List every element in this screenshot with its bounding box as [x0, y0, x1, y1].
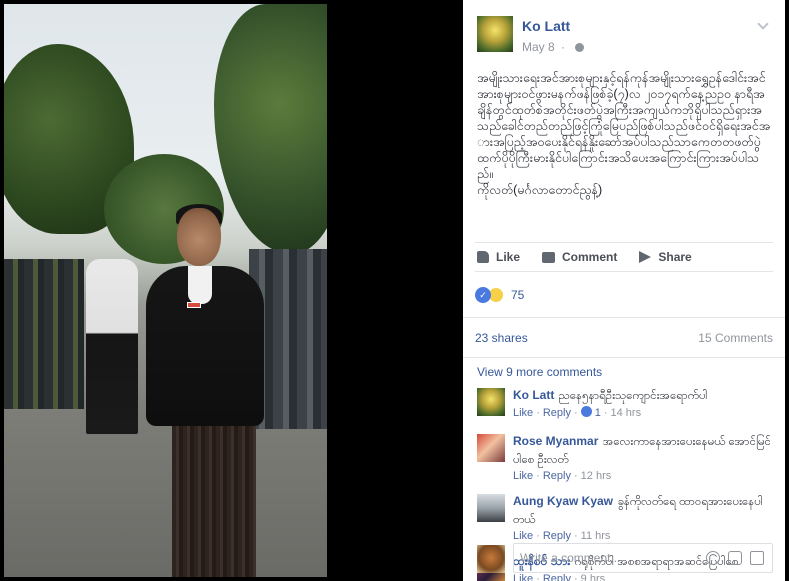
comment-meta: Like · Reply · 11 hrs	[513, 530, 771, 542]
current-user-avatar	[477, 545, 505, 573]
camera-icon[interactable]	[728, 551, 742, 565]
share-button[interactable]: Share	[639, 250, 692, 264]
like-reaction-icon	[580, 406, 592, 417]
separator-dot: ·	[573, 407, 578, 419]
separator-dot: ·	[573, 470, 578, 482]
comment-item: Ko Latt ညနေ၅နာရီဦးသုကျောင်းအရောက်ပါ Like…	[463, 382, 785, 422]
separator-dot: ·	[561, 40, 566, 54]
comment-author[interactable]: Aung Kyaw Kyaw	[513, 494, 613, 508]
post-meta: May 8 ·	[522, 40, 585, 54]
separator-dot: ·	[536, 573, 540, 581]
post-actions: Like Comment Share	[475, 242, 773, 272]
reactions-bar[interactable]: ✓ 75	[463, 272, 785, 318]
like-reaction-icon: ✓	[475, 286, 491, 303]
globe-icon	[575, 43, 585, 52]
scrollbar[interactable]	[785, 0, 789, 581]
commenter-avatar[interactable]	[477, 434, 505, 462]
post-date[interactable]: May 8	[522, 40, 555, 54]
post-text: အမျိုးသားရေးအင်အားစုများနှင့်ရန်ကုန်အမျိ…	[477, 71, 771, 197]
separator-dot: ·	[603, 407, 608, 419]
separator-dot: ·	[536, 530, 540, 542]
comment-item: Aung Kyaw Kyaw ခွန်ကိုလတ်ရေ ထာဝရအားပေးနေ…	[463, 488, 785, 542]
comment-meta: Like · Reply · 9 hrs	[513, 573, 771, 581]
comment-like-count[interactable]: 1	[595, 407, 601, 419]
comment-like-link[interactable]: Like	[513, 407, 533, 419]
shares-count[interactable]: 23 shares	[475, 331, 528, 345]
comment-meta: Like · Reply · 1 · 14 hrs	[513, 406, 771, 419]
like-label: Like	[496, 250, 521, 264]
comment-time[interactable]: 11 hrs	[581, 530, 611, 542]
author-name[interactable]: Ko Latt	[522, 18, 570, 34]
commenter-avatar[interactable]	[477, 388, 505, 416]
comment-like-link[interactable]: Like	[513, 470, 533, 482]
comment-reply-link[interactable]: Reply	[543, 470, 571, 482]
comment-input[interactable]: Write a comment...	[513, 543, 773, 573]
write-comment-row: Write a comment...	[477, 543, 777, 573]
comment-reply-link[interactable]: Reply	[543, 407, 571, 419]
commenter-avatar[interactable]	[477, 494, 505, 522]
comment-input-placeholder: Write a comment...	[520, 551, 621, 565]
comment-meta: Like · Reply · 12 hrs	[513, 470, 771, 482]
photo-person-collar	[188, 266, 212, 304]
photo-person-head	[177, 208, 221, 266]
comment-time[interactable]: 12 hrs	[581, 470, 612, 482]
comment-item: Rose Myanmar အလေးကာနေအားပေးနေမယ် အောင်မြ…	[463, 428, 785, 482]
separator-dot: ·	[573, 573, 578, 581]
photo-tree	[214, 4, 327, 254]
comment-label: Comment	[562, 250, 618, 264]
post-stats: 23 shares 15 Comments	[463, 318, 785, 358]
comment-reply-link[interactable]: Reply	[543, 573, 571, 581]
comment-time[interactable]: 9 hrs	[581, 573, 605, 581]
separator-dot: ·	[573, 530, 578, 542]
post-photo[interactable]	[4, 4, 327, 577]
comment-reply-link[interactable]: Reply	[543, 530, 571, 542]
photo-background-person	[86, 259, 138, 434]
thumbs-up-icon	[477, 251, 489, 263]
separator-dot: ·	[536, 470, 540, 482]
viewer-backdrop	[327, 0, 463, 581]
emoji-icon[interactable]	[706, 551, 720, 565]
comment-author[interactable]: Rose Myanmar	[513, 434, 598, 448]
view-more-comments-link[interactable]: View 9 more comments	[463, 358, 785, 382]
comment-like-link[interactable]: Like	[513, 530, 533, 542]
photo-person-longyi	[172, 404, 256, 577]
chevron-down-icon[interactable]	[757, 18, 769, 30]
photo-crowd	[4, 259, 84, 409]
share-label: Share	[658, 250, 692, 264]
reaction-count[interactable]: 75	[511, 288, 524, 302]
comments-count[interactable]: 15 Comments	[698, 331, 773, 345]
comment-button[interactable]: Comment	[542, 250, 617, 264]
like-button[interactable]: Like	[477, 250, 520, 264]
separator-dot: ·	[536, 407, 540, 419]
comment-time[interactable]: 14 hrs	[611, 407, 642, 419]
comment-like-link[interactable]: Like	[513, 573, 533, 581]
speech-bubble-icon	[542, 251, 556, 263]
photo-badge	[187, 302, 201, 308]
sticker-icon[interactable]	[750, 551, 764, 565]
author-avatar[interactable]	[477, 16, 513, 52]
share-arrow-icon	[639, 251, 652, 263]
comment-text: ညနေ၅နာရီဦးသုကျောင်းအရောက်ပါ	[558, 390, 708, 402]
post-sidebar: Ko Latt May 8 · အမျိုးသားရေးအင်အားစုများ…	[463, 0, 785, 581]
post-header: Ko Latt May 8 ·	[463, 0, 785, 64]
comment-author[interactable]: Ko Latt	[513, 388, 554, 402]
